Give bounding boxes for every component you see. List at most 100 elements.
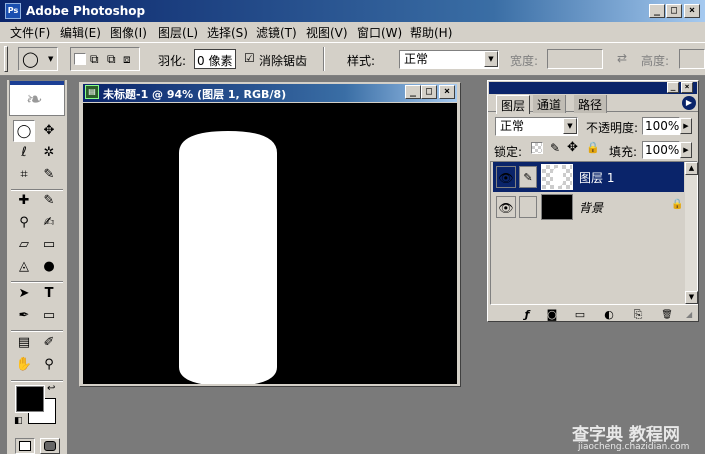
doc-close-button[interactable]: ×: [439, 85, 455, 99]
marquee-tool[interactable]: ◯: [13, 120, 35, 142]
close-button[interactable]: ×: [684, 4, 700, 18]
layer-lock-icon: 🔒: [671, 199, 684, 210]
brush-link-icon[interactable]: ✎: [519, 166, 537, 188]
layer-row-layer1[interactable]: 👁 ✎ 图层 1: [493, 162, 685, 192]
ellipse-marquee-icon: ◯: [22, 50, 39, 68]
lasso-tool[interactable]: ℓ: [13, 142, 35, 164]
document-canvas[interactable]: [83, 103, 457, 386]
minimize-button[interactable]: _: [649, 4, 665, 18]
delete-layer-icon[interactable]: 🗑: [660, 309, 674, 321]
menu-view[interactable]: 视图(V): [306, 24, 348, 41]
lock-label: 锁定:: [494, 145, 523, 159]
blur-tool[interactable]: ◬: [13, 256, 35, 278]
panel-menu-icon[interactable]: ▶: [682, 96, 696, 110]
blend-mode-value: 正常: [500, 119, 525, 133]
fill-input[interactable]: 100%: [642, 141, 680, 159]
menu-select[interactable]: 选择(S): [207, 24, 248, 41]
shape-tool[interactable]: ▭: [38, 305, 60, 327]
default-colors-icon[interactable]: ◧: [14, 416, 23, 426]
layers-scrollbar[interactable]: ▲ ▼: [684, 162, 698, 304]
adjustment-layer-icon[interactable]: ◐: [602, 309, 616, 321]
slice-tool[interactable]: ✎: [38, 164, 60, 186]
lock-transparency-icon[interactable]: [531, 142, 543, 154]
magic-wand-tool[interactable]: ✲: [38, 142, 60, 164]
link-slot[interactable]: [519, 196, 537, 218]
new-selection-icon[interactable]: [74, 53, 86, 65]
foreground-color-swatch[interactable]: [15, 385, 45, 413]
standard-mode-button[interactable]: [15, 438, 35, 454]
quick-mask-button[interactable]: [40, 438, 60, 454]
panel-minimize-button[interactable]: _: [667, 82, 679, 93]
width-input[interactable]: [547, 49, 603, 69]
subtract-selection-icon[interactable]: ⧉: [107, 52, 116, 67]
tab-paths[interactable]: 路径: [574, 95, 608, 113]
new-group-icon[interactable]: ▭: [573, 309, 587, 321]
add-mask-icon[interactable]: ◙: [545, 309, 559, 321]
menu-layer[interactable]: 图层(L): [158, 24, 198, 41]
tab-layers[interactable]: 图层: [496, 95, 531, 114]
crop-tool[interactable]: ⌗: [13, 164, 35, 186]
style-select[interactable]: 正常 ▼: [399, 50, 499, 69]
feather-input[interactable]: 0 像素: [194, 49, 236, 69]
eraser-tool[interactable]: ▱: [13, 234, 35, 256]
doc-minimize-button[interactable]: _: [405, 85, 421, 99]
clone-stamp-tool[interactable]: ⚲: [13, 212, 35, 234]
lock-all-icon[interactable]: 🔒: [586, 141, 600, 154]
layer-row-background[interactable]: 👁 背景 🔒: [493, 192, 685, 222]
menu-edit[interactable]: 编辑(E): [60, 24, 101, 41]
type-tool[interactable]: T: [38, 283, 60, 305]
gradient-tool[interactable]: ▭: [38, 234, 60, 256]
menu-help[interactable]: 帮助(H): [410, 24, 452, 41]
visibility-eye-icon[interactable]: 👁: [496, 196, 516, 218]
menu-file[interactable]: 文件(F): [10, 24, 50, 41]
fill-slider-arrow-icon[interactable]: ▶: [680, 142, 692, 158]
new-layer-icon[interactable]: ⎘: [631, 309, 645, 321]
antialias-checkbox[interactable]: ☑: [244, 51, 255, 65]
layer-style-icon[interactable]: ƒ: [520, 309, 534, 321]
blend-mode-select[interactable]: 正常 ▼: [495, 117, 578, 136]
menu-image[interactable]: 图像(I): [110, 24, 147, 41]
hand-tool[interactable]: ✋: [13, 354, 35, 376]
height-input[interactable]: [679, 49, 705, 69]
menu-window[interactable]: 窗口(W): [357, 24, 402, 41]
opacity-input[interactable]: 100%: [642, 117, 680, 135]
path-selection-tool[interactable]: ➤: [13, 283, 35, 305]
layer-name[interactable]: 图层 1: [579, 169, 614, 186]
scroll-up-icon[interactable]: ▲: [685, 162, 698, 175]
eyedropper-tool[interactable]: ✐: [38, 332, 60, 354]
document-title-bar[interactable]: ▤ 未标题-1 @ 94% (图层 1, RGB/8) _ □ ×: [83, 84, 457, 102]
menu-filter[interactable]: 滤镜(T): [256, 24, 297, 41]
options-grip[interactable]: [4, 46, 8, 72]
height-label: 高度:: [641, 54, 670, 68]
dodge-tool[interactable]: ●: [38, 256, 60, 278]
doc-maximize-button[interactable]: □: [421, 85, 437, 99]
panel-close-button[interactable]: ×: [681, 82, 693, 93]
toolbox-header[interactable]: ❧: [9, 80, 65, 116]
add-selection-icon[interactable]: ⧉: [90, 52, 99, 67]
brush-tool[interactable]: ✎: [38, 190, 60, 212]
zoom-tool[interactable]: ⚲: [38, 354, 60, 376]
swap-icon[interactable]: ⇄: [617, 51, 627, 65]
app-title: Adobe Photoshop: [26, 4, 146, 18]
resize-grip-icon[interactable]: ◢: [686, 310, 692, 319]
healing-brush-tool[interactable]: ✚: [13, 190, 35, 212]
lock-pixels-icon[interactable]: ✎: [550, 141, 560, 155]
lock-position-icon[interactable]: ✥: [567, 140, 578, 155]
layers-panel-header[interactable]: _ ×: [489, 82, 697, 94]
tab-channels[interactable]: 通道: [533, 95, 567, 113]
layer-thumbnail[interactable]: [541, 164, 573, 190]
opacity-slider-arrow-icon[interactable]: ▶: [680, 118, 692, 134]
pen-tool[interactable]: ✒: [13, 305, 35, 327]
intersect-selection-icon[interactable]: ⧈: [123, 52, 131, 67]
history-brush-tool[interactable]: ✍: [38, 212, 60, 234]
layer-thumbnail[interactable]: [541, 194, 573, 220]
move-tool[interactable]: ✥: [38, 120, 60, 142]
notes-tool[interactable]: ▤: [13, 332, 35, 354]
layer-name[interactable]: 背景: [579, 199, 603, 216]
tool-preset-picker[interactable]: ◯ ▼: [18, 47, 58, 71]
scroll-down-icon[interactable]: ▼: [685, 291, 698, 304]
visibility-eye-icon[interactable]: 👁: [496, 166, 516, 188]
swap-colors-icon[interactable]: ↩: [47, 383, 55, 394]
document-window: ▤ 未标题-1 @ 94% (图层 1, RGB/8) _ □ ×: [79, 82, 461, 387]
maximize-button[interactable]: □: [666, 4, 682, 18]
